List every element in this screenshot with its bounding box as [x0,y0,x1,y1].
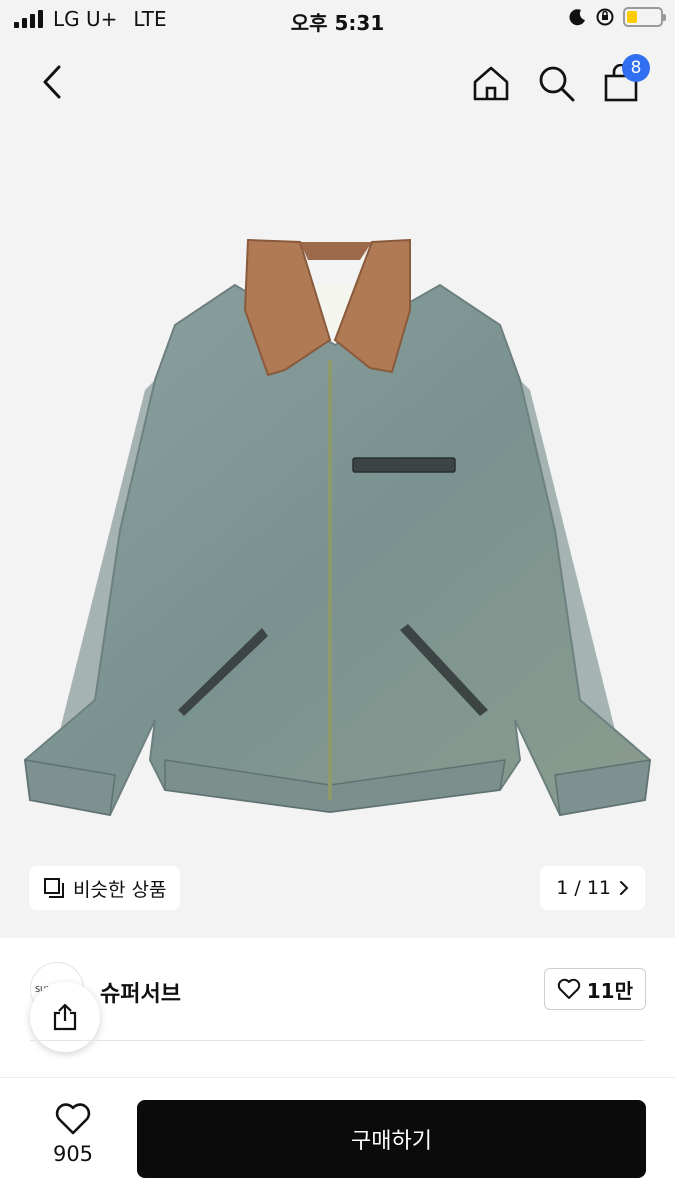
product-image-area[interactable]: LG U+ LTE 오후 5:31 8 비슷한 상품 1 / 11 [0,0,675,938]
back-button[interactable] [30,60,74,104]
similar-products-button[interactable]: 비슷한 상품 [29,866,181,910]
battery-icon [623,7,666,27]
cart-count-badge: 8 [622,54,650,82]
section-divider [30,1040,645,1041]
product-photo-jacket [23,238,652,817]
home-icon [473,66,509,101]
share-button[interactable] [30,982,100,1052]
home-button[interactable] [470,62,512,104]
orientation-lock-icon [596,8,614,26]
search-icon [539,66,575,102]
heart-icon [557,978,580,999]
top-nav: 8 [0,50,675,120]
shop-section: SUPERSU 슈퍼서브 11만 [0,938,675,1098]
heart-outline-icon [55,1103,91,1135]
shop-like-button[interactable]: 11만 [543,968,646,1010]
wishlist-count: 905 [52,1142,94,1166]
image-pager-label: 1 / 11 [556,877,611,899]
similar-products-label: 비슷한 상품 [73,878,167,901]
chevron-left-icon [43,65,61,99]
copy-icon [44,878,64,898]
image-pager[interactable]: 1 / 11 [540,866,645,910]
shop-name[interactable]: 슈퍼서브 [100,976,181,1008]
bottom-action-bar: 905 구매하기 [0,1078,675,1200]
wishlist-button[interactable]: 905 [40,1102,106,1166]
share-icon [53,1003,77,1031]
search-button[interactable] [535,62,577,104]
buy-button[interactable]: 구매하기 [137,1100,646,1178]
moon-icon [569,9,585,26]
cart-button[interactable]: 8 [600,54,650,104]
shop-like-count: 11만 [586,978,633,1003]
status-bar: LG U+ LTE 오후 5:31 [0,0,675,40]
chevron-right-icon [620,881,629,895]
